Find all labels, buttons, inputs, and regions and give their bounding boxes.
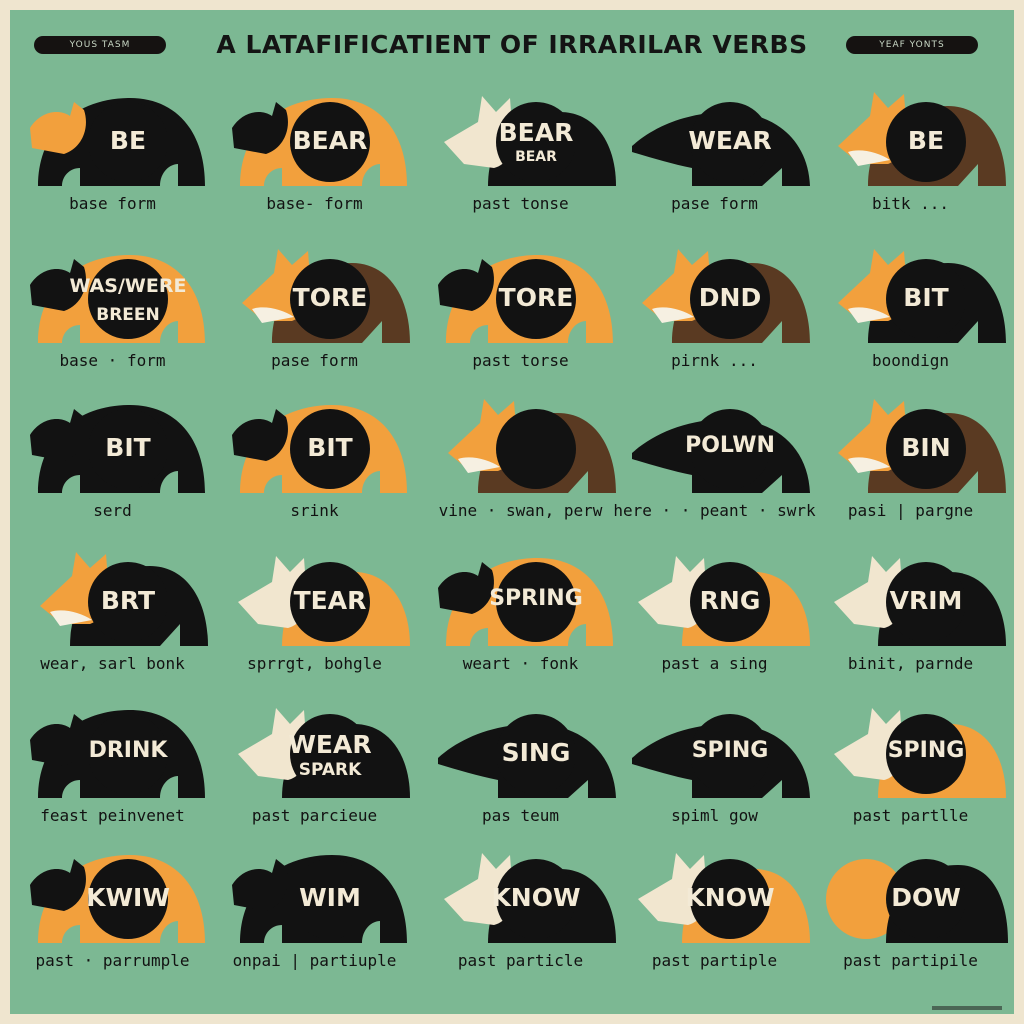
verb-card: BIT boondign [808, 225, 1013, 393]
verb-word: TEAR [293, 586, 367, 615]
verb-word: WAS/WERE [69, 275, 187, 297]
verb-caption: boondign [871, 351, 950, 370]
verb-card: WAS/WERE BREEN base · form [10, 225, 215, 393]
verb-word: DRINK [88, 738, 168, 763]
verb-card: SING pas teum [418, 680, 623, 848]
verb-word: SPING [887, 738, 965, 763]
verb-caption: onpai | partiuple [232, 951, 397, 970]
verb-card: BIT serd [10, 375, 215, 543]
verb-card: BEAR base- form [212, 68, 417, 236]
verb-caption: vine · swan, perw [438, 501, 603, 520]
verb-word: BE [109, 126, 147, 155]
verb-card: BIN pasi | pargne [808, 375, 1013, 543]
verb-word: WEAR [688, 126, 772, 155]
verb-caption: binit, parnde [847, 654, 974, 673]
verb-caption: here · · peant · swrk [613, 501, 816, 520]
verb-caption: pasi | pargne [847, 501, 974, 520]
verb-card: KNOW past partiple [612, 825, 817, 993]
verb-word: SPING [691, 738, 769, 763]
verb-word: DOW [891, 883, 961, 912]
verb-card: DRINK feast peinvenet [10, 680, 215, 848]
verb-word: SING [501, 738, 571, 767]
verb-caption: past partlle [852, 806, 969, 825]
verb-caption: pas teum [481, 806, 560, 825]
verb-card: BE base form [10, 68, 215, 236]
verb-card: VRIM binit, parnde [808, 528, 1013, 696]
verb-word: DND [698, 283, 762, 312]
verb-card: RNG past a sing [612, 528, 817, 696]
verb-caption: pase form [271, 351, 358, 370]
verb-caption: past parcieue [251, 806, 378, 825]
verb-card: WEAR pase form [612, 68, 817, 236]
verb-card: TORE pase form [212, 225, 417, 393]
verb-word: WIM [299, 883, 361, 912]
verb-caption: serd [93, 501, 132, 520]
verb-caption: base- form [266, 194, 363, 213]
verb-card: TEAR sprrgt, bohgle [212, 528, 417, 696]
verb-card: BRT wear, sarl bonk [10, 528, 215, 696]
verb-word: BE [907, 126, 945, 155]
verb-subword: SPARK [298, 760, 362, 780]
verb-caption: bitk ... [871, 194, 950, 213]
verb-word: KWIW [86, 883, 170, 912]
verb-word: BIN [901, 433, 951, 462]
verb-caption: spiml gow [671, 806, 758, 825]
verb-caption: past partipile [843, 951, 978, 970]
verb-card: BE bitk ... [808, 68, 1013, 236]
verb-card: TORE past torse [418, 225, 623, 393]
verb-caption: past torse [472, 351, 569, 370]
verb-caption: wear, sarl bonk [40, 654, 185, 673]
verb-card: BEAR BEAR past tonse [418, 68, 623, 236]
verb-card: SPRING weart · fonk [418, 528, 623, 696]
verb-word: VRIM [889, 586, 963, 615]
verb-card: WEAR SPARK past parcieue [212, 680, 417, 848]
verb-word: WEAR [288, 730, 372, 759]
verb-subword: BEAR [515, 149, 557, 165]
verb-card: POLWN here · · peant · swrk [612, 375, 817, 543]
verb-caption: base · form [59, 351, 166, 370]
verb-caption: past particle [457, 951, 584, 970]
verb-word: POLWN [685, 433, 775, 458]
verb-card: SPING past partlle [808, 680, 1013, 848]
verb-word: KNOW [685, 883, 775, 912]
verb-subword: BREEN [96, 305, 160, 325]
verb-word: BIT [903, 283, 949, 312]
header-right-pill: YEAF YONTS [846, 36, 978, 54]
verb-caption: sprrgt, bohgle [247, 654, 382, 673]
verb-card: DOW past partipile [808, 825, 1013, 993]
verb-word: BIT [105, 433, 151, 462]
verb-card: SPING spiml gow [612, 680, 817, 848]
verb-caption: past tonse [472, 194, 569, 213]
fox-icon [448, 399, 616, 493]
verb-word: BRT [100, 586, 156, 615]
fine-print [932, 1006, 1002, 1010]
verb-card: DND pirnk ... [612, 225, 817, 393]
verb-word: BEAR [498, 118, 574, 147]
verb-caption: past partiple [651, 951, 778, 970]
verb-card: vine · swan, perw [418, 375, 623, 543]
verb-card: WIM onpai | partiuple [212, 825, 417, 993]
verb-caption: base form [69, 194, 156, 213]
verb-word: BEAR [292, 126, 368, 155]
verb-caption: pase form [671, 194, 758, 213]
verb-caption: pirnk ... [671, 351, 758, 370]
verb-word: TORE [498, 283, 574, 312]
verb-caption: feast peinvenet [40, 806, 185, 825]
verb-word: TORE [292, 283, 368, 312]
verb-word: BIT [307, 433, 353, 462]
verb-card: KWIW past · parrumple [10, 825, 215, 993]
verb-caption: past · parrumple [35, 951, 190, 970]
verb-card: KNOW past particle [418, 825, 623, 993]
verb-word: SPRING [489, 586, 583, 611]
verb-word: KNOW [491, 883, 581, 912]
verb-card: BIT srink [212, 375, 417, 543]
verb-caption: srink [290, 501, 339, 520]
verb-caption: weart · fonk [462, 654, 579, 673]
verb-caption: past a sing [661, 654, 768, 673]
verb-word: RNG [699, 586, 761, 615]
